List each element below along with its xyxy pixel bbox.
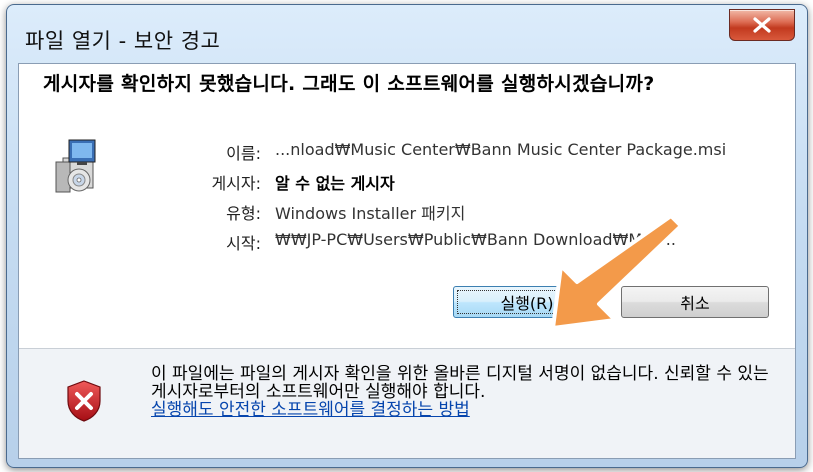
publisher-label: 게시자: (211, 174, 261, 193)
installer-package-icon (55, 139, 96, 193)
arrow-annotation-icon (551, 214, 683, 330)
from-label: 시작: (226, 234, 261, 253)
close-button[interactable] (729, 9, 795, 41)
warning-text: 이 파일에는 파일의 게시자 확인을 위한 올바른 디지털 서명이 없습니다. … (151, 364, 769, 402)
headline: 게시자를 확인하지 못했습니다. 그래도 이 소프트웨어를 실행하시겠습니까? (43, 73, 655, 95)
close-icon (753, 17, 771, 33)
name-label: 이름: (226, 144, 261, 163)
dialog-body: 게시자를 확인하지 못했습니다. 그래도 이 소프트웨어를 실행하시겠습니까? … (18, 63, 796, 459)
name-value: ...nload₩Music Center₩Bann Music Center … (275, 140, 727, 159)
help-link[interactable]: 실행해도 안전한 소프트웨어를 결정하는 방법 (151, 401, 781, 419)
window-title: 파일 열기 - 보안 경고 (25, 29, 221, 53)
publisher-value: 알 수 없는 게시자 (275, 174, 395, 193)
type-value: Windows Installer 패키지 (275, 204, 466, 223)
warning-text-block: 이 파일에는 파일의 게시자 확인을 위한 올바른 디지털 서명이 없습니다. … (151, 365, 781, 419)
dialog-window: 파일 열기 - 보안 경고 게시자를 확인하지 못했습니다. 그래도 이 소프트… (6, 4, 808, 468)
shield-x-icon (67, 380, 101, 422)
warning-footer: 이 파일에는 파일의 게시자 확인을 위한 올바른 디지털 서명이 없습니다. … (19, 349, 795, 458)
type-label: 유형: (226, 204, 261, 223)
